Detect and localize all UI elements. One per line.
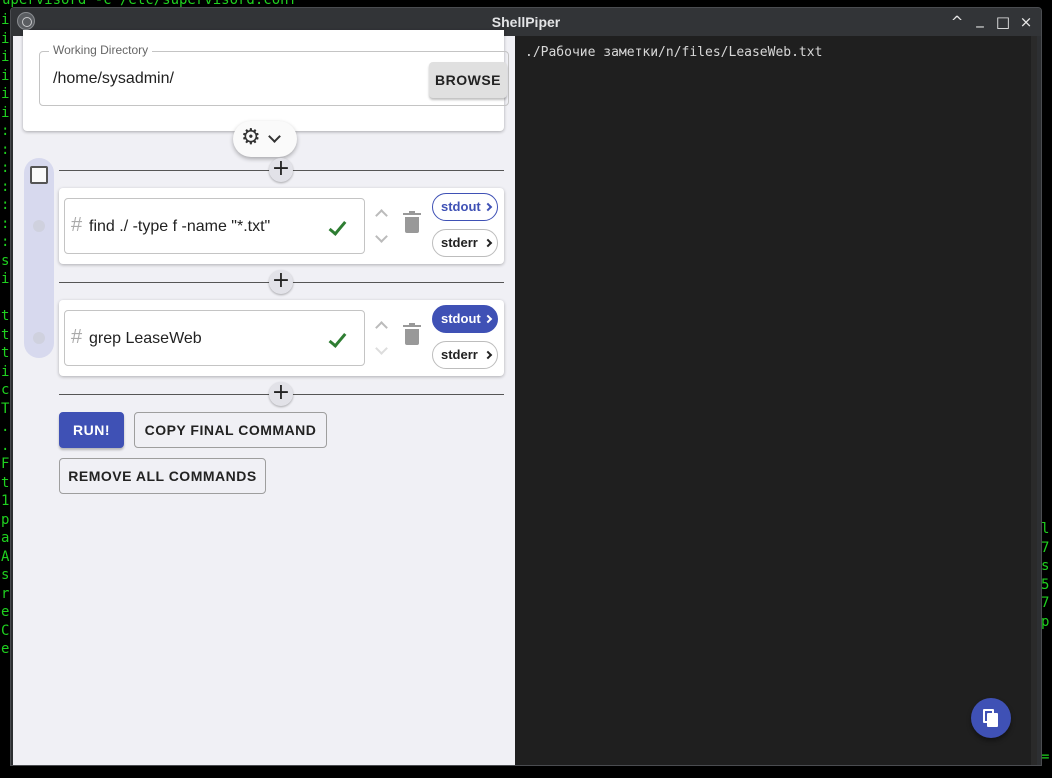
chevron-down-icon — [268, 130, 281, 143]
move-down-icon[interactable] — [375, 342, 388, 355]
stdout-label: stdout — [441, 311, 481, 326]
settings-menu-button[interactable]: ⚙ — [233, 121, 297, 157]
working-directory-input[interactable]: /home/sysadmin/ — [53, 70, 174, 88]
command-card: # find ./ -type f -name "*.txt" stdout s… — [59, 188, 504, 264]
add-command-button[interactable]: + — [269, 270, 293, 294]
background-terminal-char: p — [1041, 613, 1050, 630]
output-scrollbar[interactable] — [1031, 36, 1037, 765]
stderr-label: stderr — [441, 235, 478, 250]
command-input[interactable]: grep LeaseWeb — [89, 330, 202, 348]
window-title: ShellPiper — [491, 14, 561, 30]
output-line: ./Рабочие заметки/n/files/LeaseWeb.txt — [525, 45, 823, 60]
command-input[interactable]: find ./ -type f -name "*.txt" — [89, 218, 270, 236]
delete-icon[interactable] — [403, 323, 421, 345]
copy-icon-front — [987, 713, 998, 727]
move-up-icon[interactable] — [375, 209, 388, 222]
stderr-label: stderr — [441, 347, 478, 362]
stdout-toggle[interactable]: stdout — [432, 305, 498, 333]
output-panel: ./Рабочие заметки/n/files/LeaseWeb.txt — [515, 36, 1037, 765]
copy-output-button[interactable] — [971, 698, 1011, 738]
hash-icon: # — [71, 326, 83, 348]
background-terminal-char: 7 — [1041, 539, 1050, 556]
stdout-toggle[interactable]: stdout — [432, 193, 498, 221]
working-directory-card: Working Directory /home/sysadmin/ BROWSE — [23, 30, 509, 131]
copy-final-command-button[interactable]: COPY FINAL COMMAND — [134, 412, 327, 448]
select-all-checkbox[interactable] — [30, 166, 48, 184]
close-button[interactable]: × — [1015, 11, 1037, 33]
background-terminal-char: l — [1041, 521, 1050, 537]
chevron-right-icon — [483, 314, 493, 324]
working-directory-field[interactable]: Working Directory /home/sysadmin/ BROWSE — [39, 43, 509, 106]
check-icon — [328, 217, 347, 236]
minimize-button[interactable]: _ — [969, 8, 991, 30]
background-terminal-char: 5 — [1041, 576, 1050, 593]
background-terminal-right-column: l 7 s 5 7 p — [1041, 520, 1052, 631]
working-directory-label: Working Directory — [49, 43, 153, 57]
maximize-button[interactable]: □ — [992, 11, 1014, 33]
gear-icon: ⚙ — [241, 125, 261, 150]
chevron-right-icon — [483, 202, 493, 212]
keep-above-button[interactable]: ^ — [946, 11, 968, 33]
background-terminal-bottom-right: = — [1041, 749, 1050, 765]
chevron-right-icon — [483, 238, 493, 248]
stdout-label: stdout — [441, 199, 481, 214]
remove-all-commands-button[interactable]: REMOVE ALL COMMANDS — [59, 458, 266, 494]
move-up-icon[interactable] — [375, 321, 388, 334]
stderr-toggle[interactable]: stderr — [432, 341, 498, 369]
command-card: # grep LeaseWeb stdout stderr — [59, 300, 504, 376]
hash-icon: # — [71, 214, 83, 236]
command-input-field[interactable]: # find ./ -type f -name "*.txt" — [64, 198, 365, 254]
command-1-drag-handle[interactable] — [33, 220, 45, 232]
browse-button[interactable]: BROWSE — [429, 62, 507, 98]
check-icon — [328, 329, 347, 348]
selection-rail — [24, 158, 54, 358]
chevron-right-icon — [483, 350, 493, 360]
command-input-field[interactable]: # grep LeaseWeb — [64, 310, 365, 366]
delete-icon[interactable] — [403, 211, 421, 233]
move-down-icon[interactable] — [375, 230, 388, 243]
add-command-button[interactable]: + — [269, 158, 293, 182]
app-window: ShellPiper ^ _ □ × Working Directory /ho… — [10, 7, 1042, 766]
pipeline-panel: Working Directory /home/sysadmin/ BROWSE… — [13, 30, 515, 765]
background-terminal-char: s — [1041, 558, 1050, 574]
command-2-drag-handle[interactable] — [33, 332, 45, 344]
run-button[interactable]: RUN! — [59, 412, 124, 448]
stderr-toggle[interactable]: stderr — [432, 229, 498, 257]
background-terminal-char: 7 — [1041, 595, 1050, 611]
add-command-button[interactable]: + — [269, 382, 293, 406]
